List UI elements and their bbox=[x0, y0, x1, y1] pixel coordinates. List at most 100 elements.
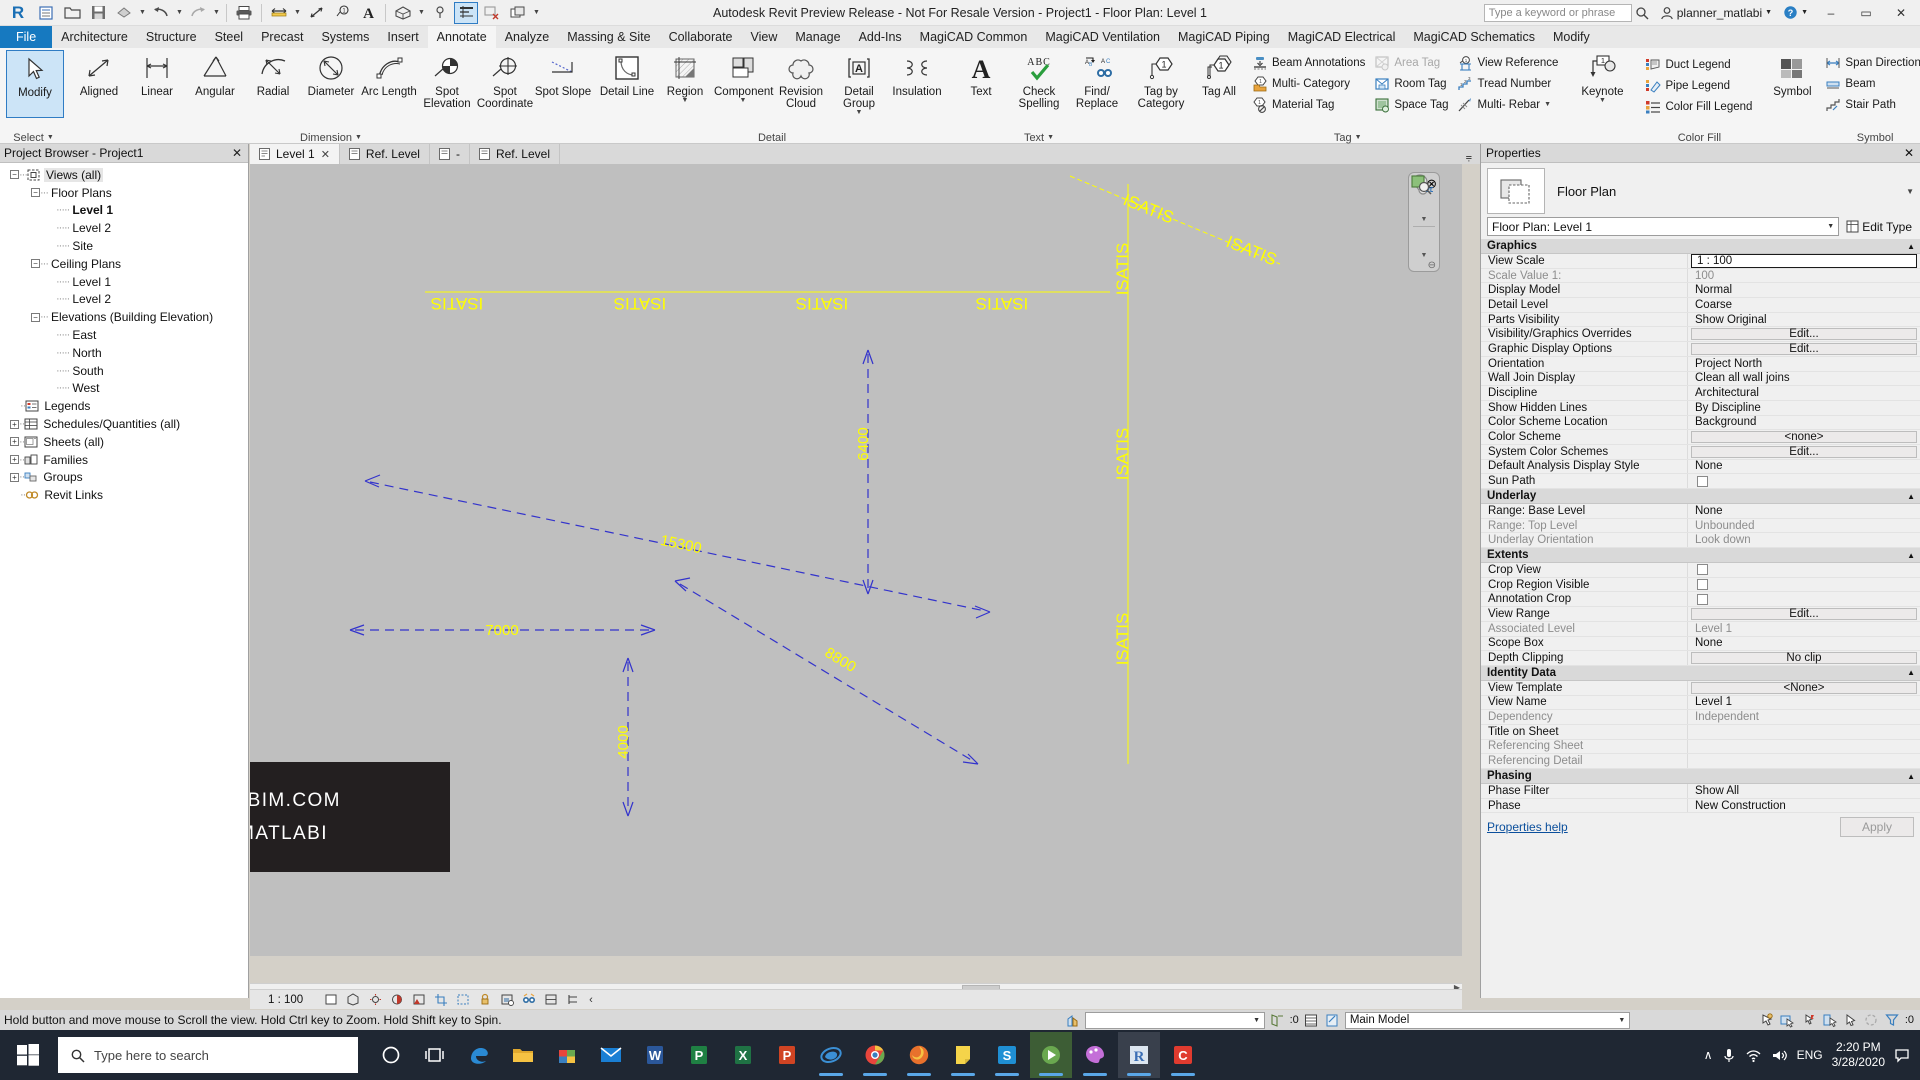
undo-dropdown-caret-icon[interactable]: ▼ bbox=[175, 9, 184, 16]
properties-group-underlay[interactable]: Underlay ▲ bbox=[1481, 489, 1920, 504]
tree-item-revit-links[interactable]: ·· Revit Links bbox=[4, 486, 248, 504]
shadows-icon[interactable] bbox=[389, 992, 405, 1007]
underlay-collapse-caret-icon[interactable]: ▲ bbox=[1907, 492, 1915, 501]
pipe-legend-button[interactable]: Pipe Legend bbox=[1641, 75, 1757, 96]
revit-icon[interactable]: R bbox=[1118, 1032, 1160, 1078]
tab-massing-site[interactable]: Massing & Site bbox=[558, 26, 659, 48]
excel-icon[interactable]: X bbox=[722, 1032, 764, 1078]
tree-item-elevation-north[interactable]: ····· North bbox=[4, 344, 248, 362]
arc-length-button[interactable]: Arc Length bbox=[360, 50, 418, 118]
property-value-orientation[interactable]: Project North bbox=[1688, 356, 1920, 371]
view-tab-close-icon[interactable]: ✕ bbox=[321, 148, 330, 161]
beam-symbol-button[interactable]: Beam bbox=[1821, 73, 1920, 94]
design-options-icon[interactable] bbox=[1064, 1012, 1081, 1029]
properties-close-icon[interactable]: ✕ bbox=[1904, 146, 1914, 160]
default-3d-view-icon[interactable] bbox=[391, 2, 415, 24]
insulation-button[interactable]: Insulation bbox=[888, 50, 946, 118]
modify-button[interactable]: Modify bbox=[6, 50, 64, 118]
maximize-button[interactable]: ▭ bbox=[1851, 1, 1881, 25]
design-option-combobox[interactable]: ▼ bbox=[1084, 1011, 1265, 1029]
file-explorer-icon[interactable] bbox=[502, 1032, 544, 1078]
exclude-options-icon[interactable] bbox=[1269, 1012, 1286, 1029]
property-row-sun-path[interactable]: Sun Path bbox=[1481, 474, 1920, 489]
lock-3d-view-icon[interactable] bbox=[477, 992, 493, 1007]
text-icon[interactable]: A bbox=[356, 2, 380, 24]
spot-elevation-button[interactable]: Spot Elevation bbox=[418, 50, 476, 118]
property-row-crop-region-visible[interactable]: Crop Region Visible bbox=[1481, 577, 1920, 593]
property-row-system-color-schemes[interactable]: System Color Schemes Edit... bbox=[1481, 444, 1920, 460]
tab-magicad-ventilation[interactable]: MagiCAD Ventilation bbox=[1036, 26, 1169, 48]
spot-coordinate-button[interactable]: Spot Coordinate bbox=[476, 50, 534, 118]
select-by-face-icon[interactable] bbox=[1821, 1012, 1838, 1029]
camtasia-icon[interactable]: C bbox=[1162, 1032, 1204, 1078]
component-button[interactable]: Component ▼ bbox=[714, 50, 773, 118]
tree-item-floor-plans[interactable]: − ··· Floor Plans bbox=[4, 184, 248, 202]
multi-category-tag-button[interactable]: 1 Multi- Category bbox=[1248, 73, 1370, 94]
select-links-icon[interactable] bbox=[1758, 1012, 1775, 1029]
symbol-button[interactable]: Symbol bbox=[1763, 50, 1821, 118]
keynote-dropdown-caret-icon[interactable]: ▼ bbox=[1599, 97, 1606, 104]
tree-item-groups[interactable]: + ·· Groups bbox=[4, 469, 248, 487]
minimize-button[interactable]: – bbox=[1816, 1, 1846, 25]
undo-icon[interactable] bbox=[149, 2, 173, 24]
drawing-canvas[interactable]: ISATIS ISATIS ISATIS ISATIS ISATIS ISATI… bbox=[250, 164, 1462, 956]
analytical-model-icon[interactable] bbox=[543, 992, 559, 1007]
aligned-dimension-icon[interactable] bbox=[304, 2, 328, 24]
tab-collaborate[interactable]: Collaborate bbox=[660, 26, 742, 48]
notifications-icon[interactable] bbox=[1894, 1047, 1910, 1063]
clock[interactable]: 2:20 PM 3/28/2020 bbox=[1832, 1040, 1885, 1070]
material-tag-button[interactable]: 1 Material Tag bbox=[1248, 94, 1370, 115]
properties-group-identity-data[interactable]: Identity Data ▲ bbox=[1481, 665, 1920, 681]
select-panel-caret-icon[interactable]: ▼ bbox=[47, 134, 54, 141]
taskbar-app-icons[interactable]: W P X P S R C bbox=[370, 1032, 1204, 1078]
properties-group-extents[interactable]: Extents ▲ bbox=[1481, 548, 1920, 564]
tab-structure[interactable]: Structure bbox=[137, 26, 206, 48]
angular-dimension-button[interactable]: Angular bbox=[186, 50, 244, 118]
filter-icon[interactable] bbox=[1884, 1012, 1901, 1029]
steering-wheel-caret-icon[interactable]: ▼ bbox=[1421, 216, 1428, 224]
span-direction-button[interactable]: Span Direction bbox=[1821, 52, 1920, 73]
property-value-phase-filter[interactable]: Show All bbox=[1688, 784, 1920, 798]
tag-panel-caret-icon[interactable]: ▼ bbox=[1355, 134, 1362, 141]
ribbon-tab-bar[interactable]: File Architecture Structure Steel Precas… bbox=[0, 26, 1920, 48]
search-icon[interactable] bbox=[1635, 6, 1649, 20]
tree-item-elevation-west[interactable]: ····· West bbox=[4, 380, 248, 398]
property-value-color-scheme-location[interactable]: Background bbox=[1688, 415, 1920, 430]
property-row-depth-clipping[interactable]: Depth Clipping No clip bbox=[1481, 651, 1920, 666]
property-row-annotation-crop[interactable]: Annotation Crop bbox=[1481, 592, 1920, 608]
revision-cloud-button[interactable]: Revision Cloud bbox=[772, 50, 830, 118]
zoom-icon[interactable] bbox=[1411, 175, 1437, 252]
thin-lines-icon[interactable] bbox=[454, 1, 478, 24]
tread-number-button[interactable]: 321 Tread Number bbox=[1453, 73, 1563, 94]
property-row-default-analysis-display-style[interactable]: Default Analysis Display Style None bbox=[1481, 459, 1920, 475]
property-value-view-range[interactable]: Edit... bbox=[1691, 608, 1917, 620]
expander-schedules[interactable]: + bbox=[10, 419, 19, 429]
property-row-phase[interactable]: Phase New Construction bbox=[1481, 798, 1920, 814]
property-value-wall-join-display[interactable]: Clean all wall joins bbox=[1688, 371, 1920, 386]
identity-data-collapse-caret-icon[interactable]: ▲ bbox=[1907, 668, 1915, 677]
user-account[interactable]: planner_matlabi ▼ bbox=[1657, 2, 1775, 24]
tab-architecture[interactable]: Architecture bbox=[52, 26, 137, 48]
property-value-default-analysis-display-style[interactable]: None bbox=[1688, 459, 1920, 474]
new-project-icon[interactable] bbox=[34, 2, 58, 24]
firefox-icon[interactable] bbox=[898, 1032, 940, 1078]
property-row-show-hidden-lines[interactable]: Show Hidden Lines By Discipline bbox=[1481, 400, 1920, 416]
beam-annotations-button[interactable]: Beam Annotations bbox=[1248, 52, 1370, 73]
save-icon[interactable] bbox=[86, 2, 110, 24]
rendering-dialog-icon[interactable] bbox=[411, 992, 427, 1007]
measure-icon[interactable] bbox=[267, 2, 291, 24]
drag-elements-icon[interactable] bbox=[1842, 1012, 1859, 1029]
publisher-icon[interactable]: P bbox=[678, 1032, 720, 1078]
expander-families[interactable]: + bbox=[10, 455, 19, 465]
redo-dropdown-caret-icon[interactable]: ▼ bbox=[212, 9, 221, 16]
sun-path-checkbox[interactable] bbox=[1697, 475, 1708, 487]
workset-combobox[interactable]: Main Model ▼ bbox=[1344, 1011, 1630, 1029]
open-icon[interactable] bbox=[60, 2, 84, 24]
detail-group-dropdown-caret-icon[interactable]: ▼ bbox=[856, 109, 863, 116]
internet-explorer-icon[interactable] bbox=[810, 1032, 852, 1078]
switch-windows-icon[interactable] bbox=[506, 2, 530, 24]
media-player-icon[interactable] bbox=[1030, 1032, 1072, 1078]
property-value-depth-clipping[interactable]: No clip bbox=[1691, 652, 1917, 664]
3d-view-dropdown-caret-icon[interactable]: ▼ bbox=[417, 9, 426, 16]
tree-item-ceiling-level-2[interactable]: ····· Level 2 bbox=[4, 291, 248, 309]
